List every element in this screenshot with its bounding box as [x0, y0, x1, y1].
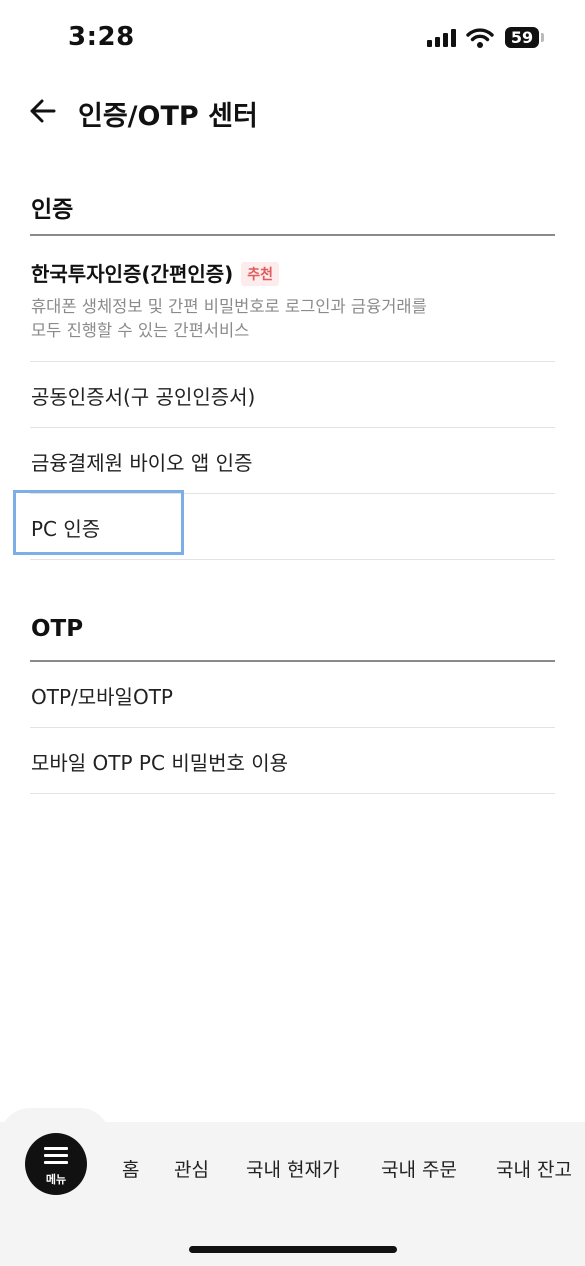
battery-tip	[541, 33, 544, 42]
status-bar: 3:28 59	[0, 0, 585, 80]
status-time: 3:28	[68, 22, 135, 52]
battery-icon: 59	[505, 27, 539, 48]
list-item-bio-app-auth[interactable]: 금융결제원 바이오 앱 인증	[30, 428, 555, 494]
menu-label: 메뉴	[45, 1173, 67, 1186]
simple-auth-title: 한국투자인증(간편인증)	[31, 262, 234, 286]
bottom-nav-bar	[0, 1122, 585, 1266]
simple-auth-description: 휴대폰 생체정보 및 간편 비밀번호로 로그인과 금융거래를 모두 진행할 수 …	[31, 295, 427, 343]
menu-button[interactable]: 메뉴	[25, 1133, 87, 1195]
recommend-badge: 추천	[241, 262, 280, 286]
nav-item-watchlist[interactable]: 관심	[174, 1155, 209, 1182]
nav-item-domestic-quote[interactable]: 국내 현재가	[246, 1155, 339, 1182]
back-arrow-icon[interactable]	[28, 96, 58, 126]
section-title-otp: OTP	[31, 616, 84, 642]
nav-item-home[interactable]: 홈	[122, 1155, 139, 1182]
home-indicator	[189, 1246, 397, 1253]
page-title: 인증/OTP 센터	[78, 101, 258, 132]
signal-icon	[427, 29, 456, 47]
page-header: 인증/OTP 센터	[0, 80, 585, 144]
description-line: 휴대폰 생체정보 및 간편 비밀번호로 로그인과 금융거래를	[31, 297, 427, 316]
list-item-simple-auth[interactable]: 한국투자인증(간편인증) 추천 휴대폰 생체정보 및 간편 비밀번호로 로그인과 …	[30, 236, 555, 362]
list-item-mobile-otp-pc-password[interactable]: 모바일 OTP PC 비밀번호 이용	[30, 728, 555, 794]
list-item-label: OTP/모바일OTP	[31, 685, 173, 709]
list-item-label: 공동인증서(구 공인인증서)	[31, 385, 256, 409]
description-line: 모두 진행할 수 있는 간편서비스	[31, 321, 250, 340]
list-item-label: 금융결제원 바이오 앱 인증	[31, 451, 253, 475]
hamburger-icon	[44, 1147, 68, 1168]
selection-highlight	[13, 490, 184, 555]
section-title-auth: 인증	[31, 197, 74, 223]
battery-level: 59	[510, 28, 534, 47]
list-item-joint-certificate[interactable]: 공동인증서(구 공인인증서)	[30, 362, 555, 428]
wifi-icon	[466, 28, 494, 48]
nav-item-domestic-balance[interactable]: 국내 잔고	[496, 1155, 585, 1182]
list-item-label: 한국투자인증(간편인증) 추천	[31, 258, 280, 287]
nav-item-domestic-order[interactable]: 국내 주문	[381, 1155, 457, 1182]
list-item-otp-mobile-otp[interactable]: OTP/모바일OTP	[30, 662, 555, 728]
list-item-label: 모바일 OTP PC 비밀번호 이용	[31, 751, 289, 775]
